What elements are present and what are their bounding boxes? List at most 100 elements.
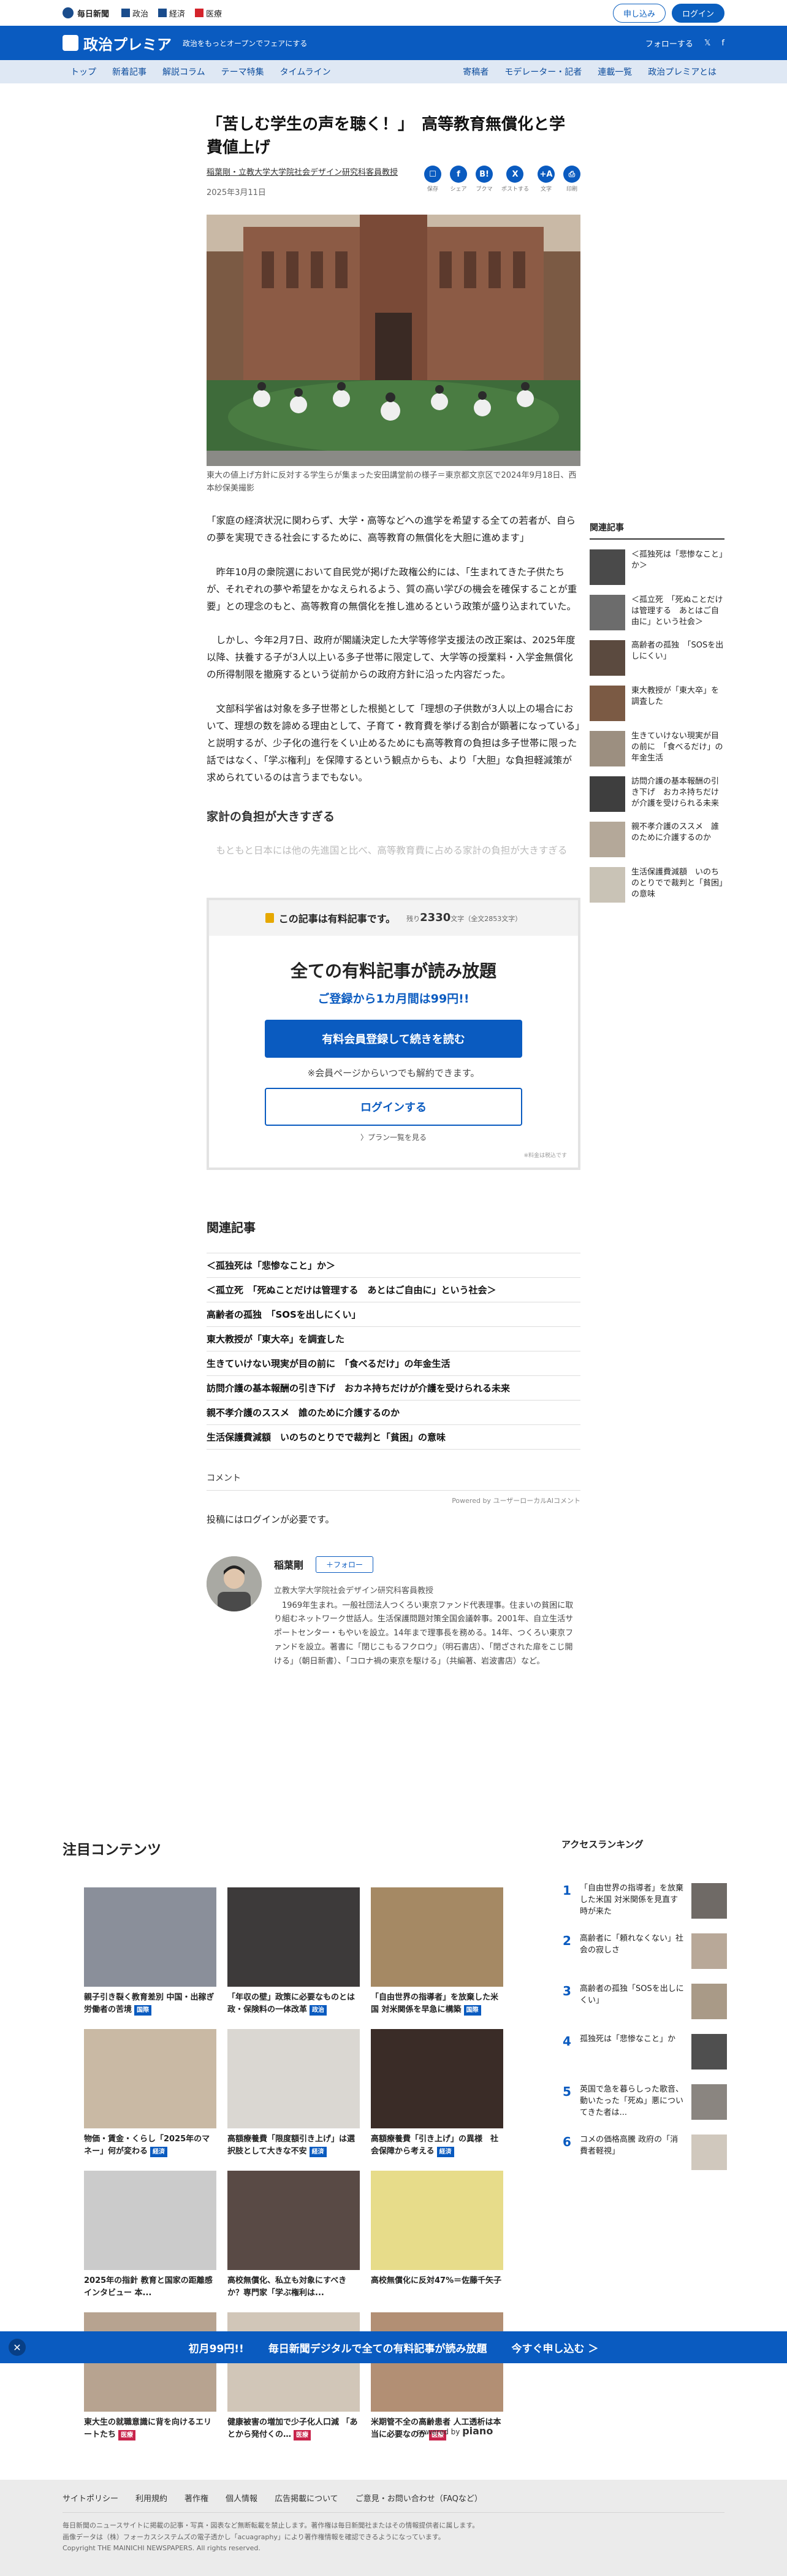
featured-card-image xyxy=(84,2171,216,2270)
featured-card-title: 健康被害の増加で少子化人口減 「あとから発付くの… 医療 xyxy=(227,2418,358,2440)
article-body: 「家庭の経済状況に関わらず、大学・高等などへの進学を希望する全ての若者が、自らの… xyxy=(207,513,580,876)
featured-card[interactable]: 物価・賃金・くらし「2025年のマネー」何が変わる 経済 xyxy=(84,2029,216,2157)
footer-link[interactable]: 著作権 xyxy=(184,2492,208,2504)
footer-link[interactable]: 利用規約 xyxy=(135,2492,167,2504)
sidebar-thumbnail xyxy=(590,686,625,721)
facebook-icon[interactable]: f xyxy=(721,39,724,48)
ranking-item[interactable]: 5 英国で急を暮らしった歌音、動いたった「死ぬ」悪についてきた者は... xyxy=(561,2084,727,2120)
sidebar-article[interactable]: 生きていけない現実が目の前に 「食べるだけ」の年金生活 xyxy=(590,731,724,766)
login-button[interactable]: ログイン xyxy=(671,3,724,23)
close-icon[interactable]: ✕ xyxy=(9,2339,26,2356)
related-article-link[interactable]: 生きていけない現実が目の前に 「食べるだけ」の年金生活 xyxy=(207,1351,580,1376)
ranking-item[interactable]: 2 高齢者に「頼れなくない」社会の寂しさ xyxy=(561,1933,727,1969)
ranking-thumbnail xyxy=(691,2084,727,2120)
paywall-login-button[interactable]: ログインする xyxy=(265,1087,522,1126)
featured-card[interactable]: 2025年の指針 教育と国家の距離感 インタビュー 本... xyxy=(84,2171,216,2299)
sidebar-article[interactable]: 訪問介護の基本報酬の引き下げ おカネ持ちだけが介護を受けられる未来 xyxy=(590,776,724,812)
related-article-link[interactable]: 生活保護費減額 いのちのとりでで裁判と「貧困」の意味 xyxy=(207,1425,580,1450)
related-article-link[interactable]: ＜孤立死 「死ぬことだけは管理する あとはご自由に」という社会＞ xyxy=(207,1278,580,1302)
featured-card[interactable]: 親子引き裂く教育差別 中国・出稼ぎ労働者の苦境 国際 xyxy=(84,1887,216,2016)
follow-author-button[interactable]: ＋フォロー xyxy=(316,1556,374,1573)
nav-new[interactable]: 新着記事 xyxy=(112,66,146,78)
author-profile: 稲葉剛 ＋フォロー 立教大学大学院社会デザイン研究科客員教授 1969年生まれ。… xyxy=(207,1556,580,1669)
ranking-item[interactable]: 4 孤独死は「悲惨なこと」か xyxy=(561,2034,727,2070)
ranking-number: 4 xyxy=(563,2034,571,2049)
site-link-medical[interactable]: 医療 xyxy=(195,7,222,19)
site-link-economy[interactable]: 経済 xyxy=(158,7,185,19)
footer-link[interactable]: 広告掲載について xyxy=(275,2492,338,2504)
featured-card[interactable]: 高校無償化に反対47%＝佐藤千矢子 xyxy=(371,2171,503,2299)
promo-banner[interactable]: ✕ 初月99円!! 毎日新聞デジタルで全ての有料記事が読み放題 今すぐ申し込む … xyxy=(0,2331,787,2363)
article-title: 「苦しむ学生の声を聴く！」 高等教育無償化と学費値上げ xyxy=(207,115,566,157)
related-article-link[interactable]: ＜孤独死は「悲惨なこと」か＞ xyxy=(207,1253,580,1278)
ranking-item[interactable]: 1 「自由世界の指導者」を放棄した米国 対米関係を見直す時が来た xyxy=(561,1883,727,1919)
nav-series[interactable]: 連載一覧 xyxy=(598,66,632,78)
footer-note: 画像データは（株）フォーカスシステムズの電子透かし「acuagraphy」により… xyxy=(63,2532,445,2541)
lock-icon xyxy=(265,912,274,923)
ranking-number: 3 xyxy=(563,1984,571,1998)
related-article-link[interactable]: 親不孝介護のススメ 誰のために介護するのか xyxy=(207,1401,580,1425)
nav-top[interactable]: トップ xyxy=(70,66,96,78)
font-size-button[interactable]: +A 文字 xyxy=(538,166,555,193)
mainichi-brand[interactable]: 毎日新聞 xyxy=(63,7,109,19)
nav-moderators[interactable]: モデレーター・記者 xyxy=(504,66,582,78)
featured-card[interactable]: 高額療養費「引き上げ」の異様 社会保障から考える 経済 xyxy=(371,2029,503,2157)
ranking-thumbnail xyxy=(691,2135,727,2170)
plan-list-link[interactable]: 〉プラン一覧を見る xyxy=(209,1132,578,1142)
related-article-link[interactable]: 訪問介護の基本報酬の引き下げ おカネ持ちだけが介護を受けられる未来 xyxy=(207,1376,580,1401)
nav-about[interactable]: 政治プレミアとは xyxy=(648,66,717,78)
nav-timeline[interactable]: タイムライン xyxy=(280,66,331,78)
comments-powered-by[interactable]: Powered by ユーザーローカルAIコメント xyxy=(207,1496,580,1505)
sidebar-article[interactable]: 東大教授が「東大卒」を調査した xyxy=(590,686,724,721)
hatena-bookmark-button[interactable]: B! ブクマ xyxy=(475,166,493,193)
featured-card[interactable]: 高校無償化、私立も対象にすべきか？専門家「学ぶ権利は... xyxy=(227,2171,360,2299)
related-article-link[interactable]: 東大教授が「東大卒」を調査した xyxy=(207,1327,580,1351)
print-button[interactable]: ⎙ 印刷 xyxy=(563,166,580,193)
avatar[interactable] xyxy=(207,1556,262,1611)
featured-card-title: 2025年の指針 教育と国家の距離感 インタビュー 本... xyxy=(84,2276,213,2298)
sidebar-thumbnail xyxy=(590,776,625,812)
site-logo[interactable]: 政治プレミア xyxy=(63,32,172,54)
ranking-item[interactable]: 6 コメの価格高騰 政府の「消費者軽視」 xyxy=(561,2135,727,2170)
featured-card-image xyxy=(371,1887,503,1987)
ranking-item[interactable]: 3 高齢者の孤独「SOSを出しにくい」 xyxy=(561,1984,727,2019)
related-articles-title: 関連記事 xyxy=(207,1220,256,1235)
sidebar-article[interactable]: ＜孤立死 「死ぬことだけは管理する あとはご自由に」という社会＞ xyxy=(590,595,724,630)
register-button[interactable]: 申し込み xyxy=(612,3,666,23)
bookmark-icon: ☐ xyxy=(424,166,441,183)
sidebar-article[interactable]: 親不孝介護のススメ 誰のために介護するのか xyxy=(590,822,724,857)
featured-card[interactable]: 「自由世界の指導者」を放棄した米国 対米関係を早急に構築 国際 xyxy=(371,1887,503,2016)
featured-card[interactable]: 「年収の壁」政策に必要なものとは 政・保険料の一体改革 政治 xyxy=(227,1887,360,2016)
site-link-politics[interactable]: 政治 xyxy=(121,7,148,19)
politics-icon xyxy=(121,9,131,17)
footer-link[interactable]: 個人情報 xyxy=(226,2492,257,2504)
sidebar-article[interactable]: 生活保護費減額 いのちのとりでで裁判と「貧困」の意味 xyxy=(590,867,724,903)
save-button[interactable]: ☐ 保存 xyxy=(424,166,441,193)
facebook-icon: f xyxy=(449,166,467,183)
nav-contributors[interactable]: 寄稿者 xyxy=(463,66,489,78)
related-articles-list: ＜孤独死は「悲惨なこと」か＞ ＜孤立死 「死ぬことだけは管理する あとはご自由に… xyxy=(207,1252,580,1450)
article-author-link[interactable]: 稲葉剛・立教大学大学院社会デザイン研究科客員教授 xyxy=(207,166,424,177)
facebook-share-button[interactable]: f シェア xyxy=(449,166,467,193)
author-name[interactable]: 稲葉剛 xyxy=(274,1557,303,1572)
hatena-icon: B! xyxy=(475,166,493,183)
nav-column[interactable]: 解説コラム xyxy=(162,66,205,78)
x-icon[interactable]: 𝕏 xyxy=(704,39,710,48)
sidebar-article[interactable]: ＜孤独死は「悲惨なこと」か＞ xyxy=(590,549,724,585)
promo-price: 初月99円!! xyxy=(188,2342,244,2355)
category-tag: 経済 xyxy=(436,2146,454,2157)
footer-link[interactable]: ご意見・お問い合わせ（FAQなど） xyxy=(355,2492,482,2504)
nav-theme[interactable]: テーマ特集 xyxy=(221,66,264,78)
ranking-title: コメの価格高騰 政府の「消費者軽視」 xyxy=(580,2135,679,2156)
x-share-button[interactable]: X ポストする xyxy=(501,166,529,193)
paywall: この記事は有料記事です。 残り2330文字（全文2853文字） 全ての有料記事が… xyxy=(207,897,580,1170)
comments-title: コメント xyxy=(207,1472,580,1491)
featured-card[interactable]: 高額療養費「限度額引き上げ」は選択肢として大きな不安 経済 xyxy=(227,2029,360,2157)
promo-cta[interactable]: 今すぐ申し込む ＞ xyxy=(511,2340,598,2355)
related-article-link[interactable]: 高齢者の孤独 「SOSを出しにくい」 xyxy=(207,1302,580,1327)
subscribe-button[interactable]: 有料会員登録して続きを読む xyxy=(265,1019,522,1058)
footer-link[interactable]: サイトポリシー xyxy=(63,2492,118,2504)
share-buttons: ☐ 保存 f シェア B! ブクマ X ポストする +A 文字 ⎙ 印刷 xyxy=(424,166,580,193)
sidebar-article[interactable]: 高齢者の孤独 「SOSを出しにくい」 xyxy=(590,640,724,676)
powered-by-piano: powered by piano xyxy=(417,2425,493,2437)
